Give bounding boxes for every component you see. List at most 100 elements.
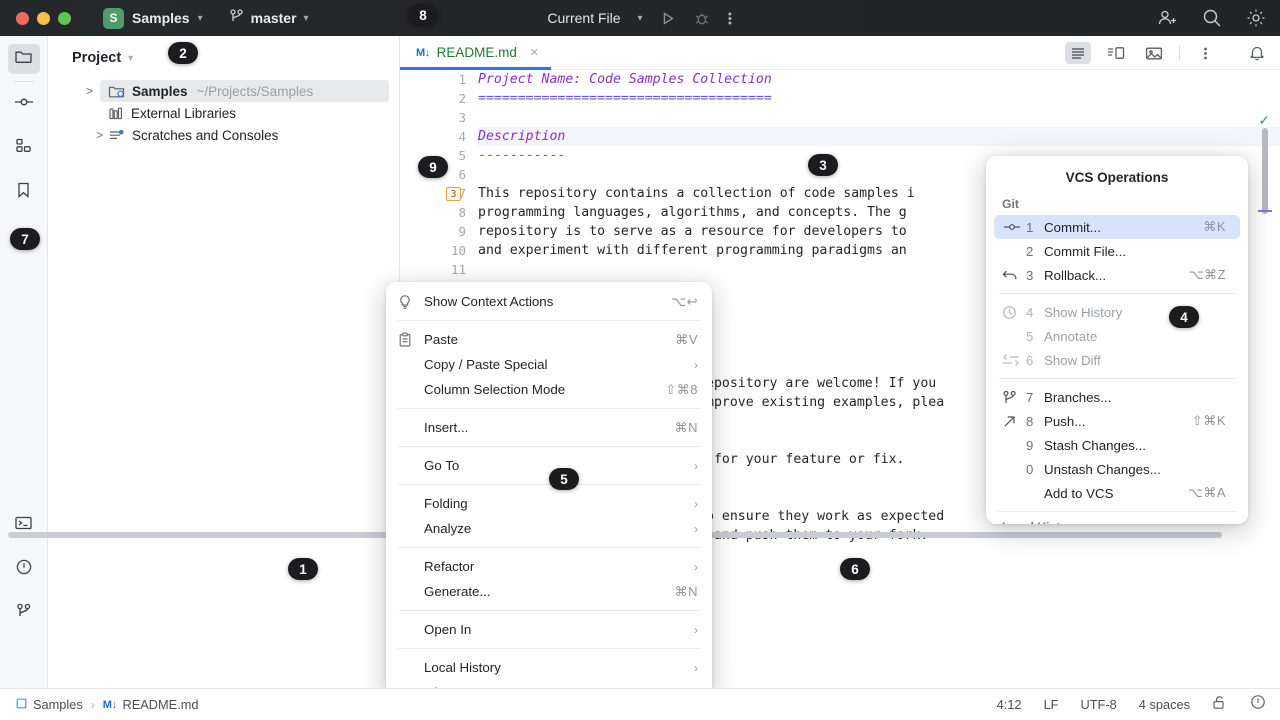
branch-selector[interactable]: master ▾: [229, 8, 309, 29]
project-avatar: S: [103, 7, 124, 29]
menu-item-refactor[interactable]: Refactor ›: [386, 554, 712, 579]
breadcrumb-item-readme[interactable]: M↓ README.md: [103, 697, 199, 712]
vcs-separator: [998, 293, 1236, 294]
bell-icon[interactable]: [1244, 42, 1270, 64]
tree-item-scratches[interactable]: > Scratches and Consoles: [48, 124, 399, 146]
tree-item-label: Samples: [132, 83, 188, 99]
submenu-arrow-icon: ›: [694, 559, 698, 574]
split-preview-icon[interactable]: [1103, 42, 1129, 64]
file-encoding[interactable]: UTF-8: [1081, 697, 1117, 712]
debug-icon[interactable]: [694, 10, 711, 27]
menu-item-paste[interactable]: Paste ⌘V: [386, 327, 712, 352]
breadcrumb-label: Samples: [33, 697, 83, 712]
vcs-item-stash-changes[interactable]: 9 Stash Changes...: [994, 433, 1240, 457]
annotation-badge-1: 1: [288, 558, 318, 580]
vcs-item-add-to-vcs[interactable]: Add to VCS ⌥⌘A: [994, 481, 1240, 505]
editor-options-icon[interactable]: [1192, 42, 1218, 64]
gear-icon[interactable]: [1246, 8, 1266, 28]
push-icon: [1002, 414, 1026, 429]
toolbar-divider: [1179, 45, 1180, 61]
run-configuration-selector[interactable]: Current File: [547, 10, 620, 26]
sidebar-item-project[interactable]: [7, 44, 40, 74]
module-icon: [16, 697, 27, 712]
run-icon[interactable]: [660, 10, 677, 27]
preview-only-icon[interactable]: [1141, 42, 1167, 64]
menu-separator: [398, 648, 700, 649]
line-number: 2: [458, 91, 466, 106]
vertical-scrollbar[interactable]: [1262, 128, 1268, 214]
reader-mode-icon[interactable]: [1065, 42, 1091, 64]
annotation-badge-5: 5: [549, 468, 579, 490]
status-bar: Samples › M↓ README.md 4:12 LF UTF-8 4 s…: [0, 688, 1280, 720]
expand-arrow-icon[interactable]: >: [96, 128, 108, 142]
menu-item-label: Open In: [424, 622, 472, 637]
run-config-chevron-down-icon: ▾: [637, 12, 643, 24]
menu-item-local-history[interactable]: Local History ›: [386, 655, 712, 680]
breadcrumb-item-samples[interactable]: Samples: [16, 697, 83, 712]
menu-item-column-selection-mode[interactable]: Column Selection Mode ⇧⌘8: [386, 377, 712, 402]
inspection-status-icon[interactable]: ✓: [1258, 112, 1270, 129]
vcs-item-rollback[interactable]: 3 Rollback... ⌥⌘Z: [994, 263, 1240, 287]
branch-name-label: master: [250, 10, 297, 26]
menu-item-open-in[interactable]: Open In ›: [386, 617, 712, 642]
gutter-change-marker[interactable]: 3: [446, 187, 461, 201]
project-view-chevron-down-icon[interactable]: ▾: [128, 53, 133, 64]
vcs-item-unstash-changes[interactable]: 0 Unstash Changes...: [994, 457, 1240, 481]
menu-item-show-context-actions[interactable]: Show Context Actions ⌥↩: [386, 289, 712, 314]
close-window-button[interactable]: [16, 11, 29, 25]
left-tool-stripe: [0, 36, 48, 720]
vcs-item-commit-file[interactable]: 2 Commit File...: [994, 239, 1240, 263]
project-selector[interactable]: S Samples ▾: [103, 7, 203, 29]
menu-item-insert[interactable]: Insert... ⌘N: [386, 415, 712, 440]
vcs-item-label: Commit...: [1044, 219, 1101, 235]
tree-item-samples[interactable]: > Samples ~/Projects/Samples: [86, 80, 389, 102]
vcs-item-label: Stash Changes...: [1044, 437, 1147, 453]
vcs-item-label: Annotate: [1044, 328, 1098, 344]
menu-item-folding[interactable]: Folding ›: [386, 491, 712, 516]
menu-item-shortcut: ⇧⌘8: [665, 381, 698, 397]
menu-item-generate[interactable]: Generate... ⌘N: [386, 579, 712, 604]
commit-icon: [1002, 221, 1026, 233]
tree-item-external-libraries[interactable]: External Libraries: [48, 102, 399, 124]
more-vertical-icon[interactable]: [728, 10, 733, 27]
module-folder-icon: [108, 84, 125, 99]
vcs-item-commit[interactable]: 1 Commit... ⌘K: [994, 215, 1240, 239]
menu-item-analyze[interactable]: Analyze ›: [386, 516, 712, 541]
sidebar-item-version-control[interactable]: [8, 598, 40, 628]
close-icon[interactable]: ×: [530, 44, 539, 61]
sidebar-item-problems[interactable]: [8, 554, 40, 584]
tab-readme-md[interactable]: M↓ README.md ×: [400, 36, 551, 70]
unlocked-icon[interactable]: [1212, 695, 1228, 715]
expand-arrow-icon[interactable]: >: [86, 84, 98, 98]
line-separator[interactable]: LF: [1044, 697, 1059, 712]
popup-title: VCS Operations: [1065, 170, 1169, 185]
tree-item-label: Scratches and Consoles: [132, 127, 279, 143]
line-number: 10: [450, 243, 466, 258]
add-user-icon[interactable]: [1157, 8, 1178, 28]
code-line: Project Name: Code Samples Collection: [478, 72, 772, 87]
sidebar-item-bookmarks[interactable]: [8, 177, 40, 207]
vcs-item-label: Push...: [1044, 413, 1086, 429]
line-number: 11: [450, 262, 466, 277]
line-number: 7: [458, 186, 466, 201]
caret-position[interactable]: 4:12: [997, 697, 1022, 712]
maximize-window-button[interactable]: [58, 11, 71, 25]
menu-item-shortcut: ⌘N: [674, 419, 698, 435]
line-number: 8: [458, 205, 466, 220]
vcs-item-branches[interactable]: 7 Branches...: [994, 385, 1240, 409]
vcs-item-number: 7: [1026, 389, 1034, 405]
indent-setting[interactable]: 4 spaces: [1139, 697, 1190, 712]
minimize-window-button[interactable]: [37, 11, 50, 25]
vcs-item-push[interactable]: 8 Push... ⇧⌘K: [994, 409, 1240, 433]
annotation-badge-4: 4: [1169, 306, 1199, 328]
inspection-icon[interactable]: [1250, 694, 1266, 715]
scrollbar-change-marker: [1258, 210, 1272, 212]
menu-item-copy-paste-special[interactable]: Copy / Paste Special ›: [386, 352, 712, 377]
search-icon[interactable]: [1202, 8, 1222, 28]
sidebar-item-commit[interactable]: [8, 89, 40, 119]
sidebar-item-structure[interactable]: [8, 133, 40, 163]
project-tool-icon: [14, 48, 33, 70]
annotation-badge-7: 7: [10, 228, 40, 250]
vcs-item-number: 4: [1026, 304, 1034, 320]
submenu-arrow-icon: ›: [694, 521, 698, 536]
